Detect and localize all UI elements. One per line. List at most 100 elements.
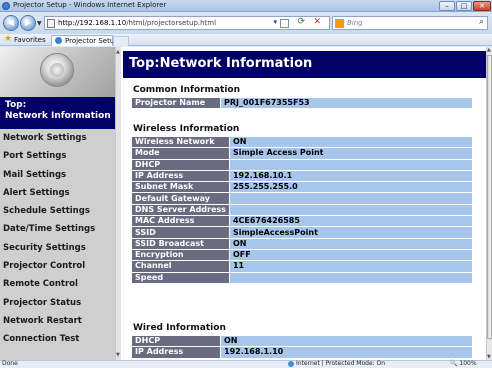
lens-center (50, 63, 64, 77)
window-title: Projector Setup - Windows Internet Explo… (13, 1, 167, 9)
key-cell: Speed (131, 271, 230, 284)
compatibility-view-icon[interactable] (280, 19, 289, 28)
key-cell: Encryption (131, 248, 230, 262)
sidebar: Top: Network Information Network Setting… (0, 47, 115, 360)
table-row: Mode Simple Access Point (131, 147, 474, 160)
address-toolbar: ◀ ▶ ▼ http://192.168.1.10/html/projector… (0, 12, 492, 34)
tab-projector-setup[interactable]: Projector Setup (51, 35, 119, 46)
sidebar-item-top[interactable]: Top: Network Information (0, 97, 115, 129)
sidebar-item-security-settings[interactable]: Security Settings (0, 239, 115, 257)
wireless-info-table: Wireless Network ON Mode Simple Access Poi… (131, 135, 474, 284)
sidebar-item-remote-control[interactable]: Remote Control (0, 275, 115, 293)
refresh-icon[interactable]: ⟳ (297, 17, 305, 27)
sidebar-item-projector-control[interactable]: Projector Control (0, 257, 115, 275)
address-input[interactable]: http://192.168.1.10/html/projectorsetup.… (44, 16, 330, 30)
search-input[interactable]: Bing ⌕ (332, 16, 488, 30)
security-zone[interactable]: Internet | Protected Mode: On (296, 360, 385, 367)
tab-page-icon (55, 37, 62, 44)
value-cell: Simple Access Point (228, 147, 474, 160)
key-cell: DHCP (131, 334, 221, 348)
sidebar-item-alert-settings[interactable]: Alert Settings (0, 184, 115, 202)
close-button[interactable]: ✕ (473, 1, 491, 11)
sidebar-item-schedule-settings[interactable]: Schedule Settings (0, 202, 115, 220)
search-icon[interactable]: ⌕ (479, 17, 484, 27)
sidebar-item-mail-settings[interactable]: Mail Settings (0, 166, 115, 184)
zoom-value: 100% (459, 360, 477, 367)
new-tab-button[interactable] (113, 36, 129, 46)
sidebar-item-network-restart[interactable]: Network Restart (0, 312, 115, 330)
key-cell: Default Gateway (131, 192, 230, 205)
key-cell: SSID (131, 226, 230, 239)
table-row: DHCP (131, 158, 474, 171)
main-panel: Top:Network Information Common Informati… (123, 47, 486, 360)
scroll-thumb[interactable] (487, 55, 492, 339)
key-cell: DNS Server Address (131, 203, 230, 217)
value-cell: ON (228, 135, 474, 149)
key-cell: Channel (131, 260, 230, 273)
status-bar: Done Internet | Protected Mode: On 🔍 100… (0, 360, 492, 368)
zoom-level[interactable]: 🔍 100% (450, 360, 477, 367)
key-cell: Mode (131, 147, 230, 160)
back-button[interactable]: ◀ (3, 15, 19, 31)
sidebar-item-network-settings[interactable]: Network Settings (0, 129, 115, 147)
internet-zone-icon (288, 361, 294, 367)
value-cell (228, 158, 474, 171)
title-bar: Projector Setup - Windows Internet Explo… (0, 0, 492, 12)
sidebar-item-date-time-settings[interactable]: Date/Time Settings (0, 220, 115, 238)
scroll-up-icon[interactable]: ▲ (116, 49, 120, 55)
value-cell: PRJ_001F67355F53 (220, 96, 473, 110)
favorites-button[interactable]: Favorites (14, 36, 46, 44)
projector-lens-logo (0, 47, 115, 97)
value-cell: 255.255.255.0 (228, 181, 474, 194)
favorites-bar: ★ Favorites Projector Setup (0, 34, 492, 46)
page-icon (47, 19, 55, 28)
common-info-heading: Common Information (133, 85, 240, 95)
scroll-down-icon[interactable]: ▼ (116, 352, 120, 358)
table-row: Default Gateway (131, 192, 474, 205)
history-dropdown-icon[interactable]: ▼ (37, 20, 42, 27)
ie-logo-icon (2, 2, 10, 10)
page-title: Top:Network Information (129, 56, 313, 71)
minimize-button[interactable]: – (439, 1, 455, 11)
maximize-button[interactable]: □ (456, 1, 472, 11)
table-row: Projector Name PRJ_001F67355F53 (131, 96, 473, 110)
value-cell (228, 203, 474, 217)
bing-icon (335, 19, 344, 28)
value-cell: 11 (228, 260, 474, 273)
search-placeholder: Bing (347, 19, 363, 27)
table-row: Wireless Network ON (131, 135, 474, 149)
key-cell: IP Address (131, 346, 221, 359)
value-cell: 192.168.1.10 (220, 346, 473, 359)
scroll-up-icon[interactable]: ▲ (487, 47, 491, 53)
sidebar-nav: Network Settings Port Settings Mail Sett… (0, 129, 115, 349)
sidebar-item-projector-status[interactable]: Projector Status (0, 294, 115, 312)
page-scrollbar[interactable]: ▲ ▼ (486, 47, 492, 360)
stop-icon[interactable]: ✕ (313, 17, 321, 27)
table-row: DNS Server Address (131, 203, 474, 217)
sidebar-item-port-settings[interactable]: Port Settings (0, 147, 115, 165)
address-dropdown-icon[interactable]: ▾ (273, 18, 277, 26)
key-cell: SSID Broadcast (131, 237, 230, 250)
value-cell: SimpleAccessPoint (228, 226, 474, 239)
value-cell (228, 192, 474, 205)
wired-info-table: DHCP ON IP Address 192.168.1.10 (131, 334, 473, 359)
url-host: http://192.168.1.10 (58, 19, 127, 27)
key-cell: Wireless Network (131, 135, 230, 149)
favorites-star-icon[interactable]: ★ (4, 34, 12, 44)
page-title-bar: Top:Network Information (123, 51, 486, 78)
key-cell: IP Address (131, 169, 230, 183)
key-cell: DHCP (131, 158, 230, 171)
value-cell: 4CE676426585 (228, 215, 474, 228)
key-cell: Projector Name (131, 96, 221, 110)
value-cell (228, 271, 474, 284)
status-text: Done (2, 360, 18, 367)
table-row: Channel 11 (131, 260, 474, 273)
page-content: Top: Network Information Network Setting… (0, 47, 486, 360)
sidebar-item-connection-test[interactable]: Connection Test (0, 330, 115, 348)
url-text[interactable]: http://192.168.1.10/html/projectorsetup.… (58, 19, 216, 27)
forward-button[interactable]: ▶ (20, 15, 36, 31)
wireless-info-heading: Wireless Information (133, 124, 240, 134)
value-cell: 192.168.10.1 (228, 169, 474, 183)
sidebar-scrollbar[interactable]: ▲ ▼ (115, 47, 121, 360)
tab-label: Projector Setup (65, 37, 119, 45)
